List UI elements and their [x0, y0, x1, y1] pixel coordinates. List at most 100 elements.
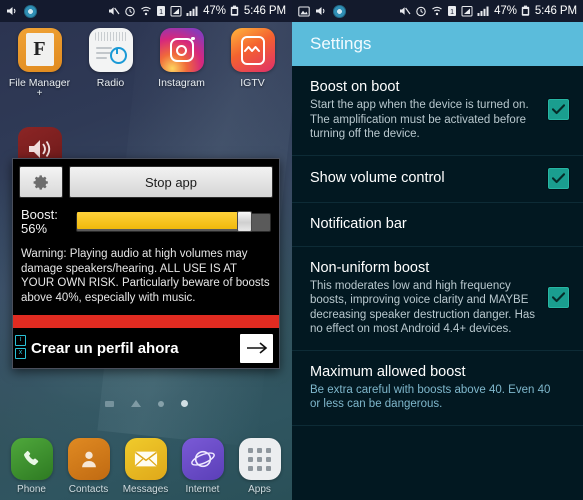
clock: 5:46 PM — [534, 5, 577, 17]
volume-icon — [7, 7, 16, 15]
boost-slider[interactable] — [76, 211, 271, 233]
ad-text: Crear un perfil ahora — [31, 339, 179, 357]
battery-icon — [521, 5, 530, 16]
check-icon — [552, 292, 565, 303]
contacts-icon[interactable] — [67, 438, 110, 480]
sim-icon: 1 — [448, 6, 457, 16]
radio-icon[interactable] — [88, 28, 133, 72]
setting-texts: Notification bar — [310, 215, 569, 233]
screenshot-root: 1 47% 5:46 PM F File Manager + Radio Ins… — [0, 0, 583, 500]
left-phone-panel: 1 47% 5:46 PM F File Manager + Radio Ins… — [0, 0, 292, 500]
dock-item-phone[interactable]: Phone — [3, 438, 60, 500]
volume-icon — [316, 7, 325, 15]
igtv-icon[interactable] — [230, 28, 275, 72]
setting-texts: Non-uniform boost This moderates low and… — [310, 259, 548, 337]
boost-control-row: Boost: 56% — [13, 204, 279, 245]
status-bar-left: 1 47% 5:46 PM — [0, 0, 292, 22]
setting-notification-bar[interactable]: Notification bar — [292, 203, 583, 247]
setting-checkbox[interactable] — [548, 287, 569, 308]
signal-off-icon — [461, 6, 473, 17]
wifi-icon — [432, 6, 442, 16]
page-dot-active[interactable] — [180, 400, 188, 407]
wifi-icon — [141, 6, 151, 16]
setting-title: Boost on boot — [310, 79, 400, 95]
sim-icon: 1 — [157, 6, 166, 16]
igtv-bolt-icon — [243, 46, 260, 52]
setting-title: Show volume control — [310, 170, 445, 186]
ad-info-icon[interactable]: i — [15, 335, 26, 346]
ad-arrow-button[interactable] — [240, 333, 273, 363]
status-bar-right: 1 47% 5:46 PM — [292, 0, 583, 22]
status-bar-left-icons — [298, 4, 346, 18]
right-settings-panel: 1 47% 5:46 PM Settings Boost on boot Sta… — [292, 0, 583, 500]
instagram-icon[interactable] — [159, 28, 204, 72]
file-manager-icon[interactable] — [17, 28, 62, 72]
dock-label: Internet — [185, 484, 220, 495]
app-instagram[interactable]: Instagram — [146, 28, 217, 98]
app-igtv[interactable]: IGTV — [217, 28, 288, 98]
battery-percent: 47% — [494, 5, 517, 17]
boost-label-text: Boost: — [21, 207, 58, 222]
dock-item-contacts[interactable]: Contacts — [60, 438, 117, 500]
dock-item-apps[interactable]: Apps — [231, 438, 288, 500]
status-bar-right-icons: 1 47% 5:46 PM — [108, 5, 286, 17]
setting-texts: Boost on boot Start the app when the dev… — [310, 78, 548, 142]
page-title: Settings — [310, 34, 372, 53]
setting-texts: Maximum allowed boost Be extra careful w… — [310, 363, 569, 412]
ad-banner[interactable]: i x Crear un perfil ahora — [13, 328, 279, 368]
phone-icon[interactable] — [10, 438, 53, 480]
stop-app-button[interactable]: Stop app — [69, 166, 273, 198]
dock-item-messages[interactable]: Messages — [117, 438, 174, 500]
setting-maximum-allowed-boost[interactable]: Maximum allowed boost Be extra careful w… — [292, 351, 583, 426]
mute-icon — [400, 7, 411, 15]
image-icon — [298, 5, 310, 17]
alarm-icon — [125, 6, 135, 17]
svg-text:1: 1 — [450, 9, 454, 16]
ad-top-strip — [13, 315, 279, 328]
setting-non-uniform-boost[interactable]: Non-uniform boost This moderates low and… — [292, 247, 583, 351]
setting-checkbox[interactable] — [548, 167, 569, 189]
slider-thumb[interactable] — [236, 211, 252, 232]
warning-text: Warning: Playing audio at high volumes m… — [21, 248, 270, 304]
settings-gear-button[interactable] — [19, 166, 63, 198]
setting-checkbox[interactable] — [548, 99, 569, 121]
dock-label: Contacts — [68, 484, 109, 495]
setting-show-volume-control[interactable]: Show volume control — [292, 156, 583, 203]
setting-boost-on-boot[interactable]: Boost on boot Start the app when the dev… — [292, 66, 583, 156]
setting-texts: Show volume control — [310, 169, 548, 187]
app-radio[interactable]: Radio — [75, 28, 146, 98]
dialog-toolbar: Stop app — [13, 159, 279, 204]
arrow-right-icon — [246, 342, 267, 354]
setting-title: Notification bar — [310, 215, 407, 232]
home-dock: Phone Contacts Messages Internet Apps — [0, 432, 292, 500]
dock-label: Apps — [248, 484, 271, 495]
home-app-row: File Manager + Radio Instagram — [0, 22, 292, 99]
battery-icon — [230, 5, 239, 16]
settings-header: Settings — [292, 22, 583, 66]
signal-icon — [477, 6, 489, 16]
svg-text:1: 1 — [159, 9, 163, 16]
dock-label: Messages — [122, 484, 169, 495]
internet-icon[interactable] — [181, 438, 224, 480]
page-dot[interactable] — [157, 400, 164, 407]
messages-icon[interactable] — [124, 438, 167, 480]
app-file-manager[interactable]: File Manager + — [4, 28, 75, 99]
chrome-icon — [24, 4, 37, 18]
gear-icon — [33, 174, 48, 190]
setting-title: Maximum allowed boost — [310, 363, 466, 380]
setting-description: Start the app when the device is turned … — [310, 99, 529, 140]
boost-value-text: 56% — [21, 221, 48, 236]
status-bar-left-icons — [6, 4, 37, 18]
apps-grid-icon[interactable] — [238, 438, 281, 480]
page-dot-home[interactable] — [130, 400, 141, 407]
dock-label: Phone — [17, 484, 46, 495]
page-dot-widget[interactable] — [104, 400, 114, 407]
phone-handset-icon — [23, 450, 38, 466]
dock-item-internet[interactable]: Internet — [174, 438, 231, 500]
ad-close-icon[interactable]: x — [15, 348, 26, 359]
slider-fill — [77, 212, 241, 229]
check-icon — [552, 172, 565, 183]
setting-description: Be extra careful with boosts above 40. E… — [310, 383, 551, 411]
battery-percent: 47% — [203, 5, 226, 17]
chrome-icon — [333, 4, 346, 18]
